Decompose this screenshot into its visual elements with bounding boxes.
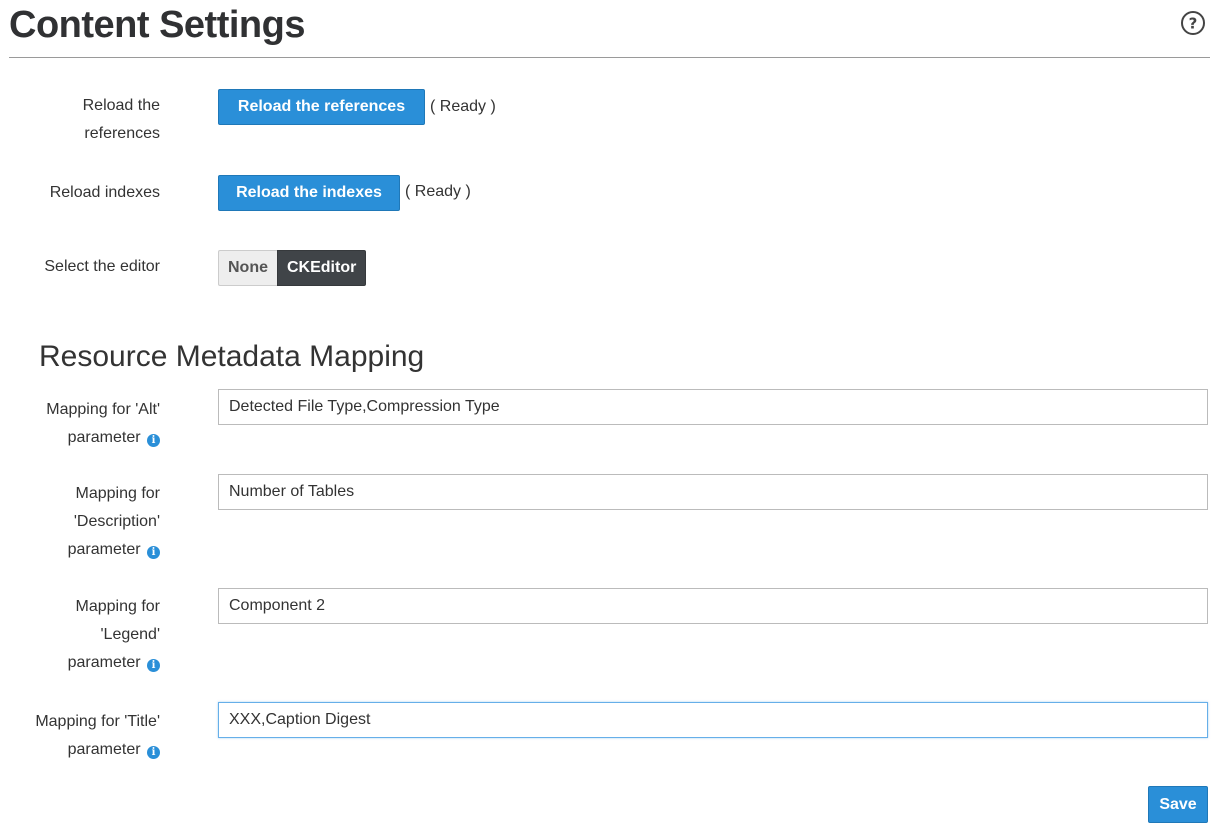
mapping-legend-label-line1: Mapping for [75,598,161,615]
select-editor-label: Select the editor [44,258,160,275]
mapping-title-label-line2: parameter [67,741,141,758]
mapping-title-label: Mapping for 'Title' parameter i [35,708,160,764]
info-icon[interactable]: i [147,434,160,447]
mapping-alt-label-line1: Mapping for 'Alt' [46,401,160,418]
mapping-title-input[interactable] [218,702,1208,738]
title-divider [9,57,1210,58]
reload-references-button[interactable]: Reload the references [218,89,425,125]
mapping-alt-input[interactable] [218,389,1208,425]
reload-references-status: ( Ready ) [430,98,496,115]
editor-toggle-group: None CKEditor [218,250,367,286]
mapping-legend-input[interactable] [218,588,1208,624]
reload-indexes-status: ( Ready ) [405,183,471,200]
info-icon[interactable]: i [147,746,160,759]
mapping-legend-label-line3: parameter [67,654,141,671]
svg-text:?: ? [1189,15,1198,33]
save-button[interactable]: Save [1148,786,1208,823]
mapping-legend-label: Mapping for 'Legend' parameter i [68,593,160,677]
mapping-description-label-line2: 'Description' [73,513,160,530]
reload-references-label: Reload the references [83,92,160,148]
help-circle-icon[interactable]: ? [1180,10,1206,36]
mapping-description-label-line1: Mapping for [75,485,161,502]
mapping-description-label-line3: parameter [67,541,141,558]
mapping-alt-label: Mapping for 'Alt' parameter i [46,396,160,452]
mapping-description-label: Mapping for 'Description' parameter i [68,480,160,564]
metadata-mapping-heading: Resource Metadata Mapping [39,340,425,373]
reload-references-label-line1: Reload the [82,97,160,114]
reload-indexes-button[interactable]: Reload the indexes [218,175,400,211]
reload-indexes-label: Reload indexes [49,184,160,201]
info-icon[interactable]: i [147,546,160,559]
mapping-description-input[interactable] [218,474,1208,510]
reload-references-label-line2: references [84,125,160,142]
mapping-alt-label-line2: parameter [67,429,141,446]
page-title: Content Settings [9,4,305,46]
editor-option-ckeditor[interactable]: CKEditor [277,250,367,286]
mapping-title-label-line1: Mapping for 'Title' [35,713,160,730]
mapping-legend-label-line2: 'Legend' [100,626,161,643]
info-icon[interactable]: i [147,659,160,672]
editor-option-none[interactable]: None [218,250,277,286]
